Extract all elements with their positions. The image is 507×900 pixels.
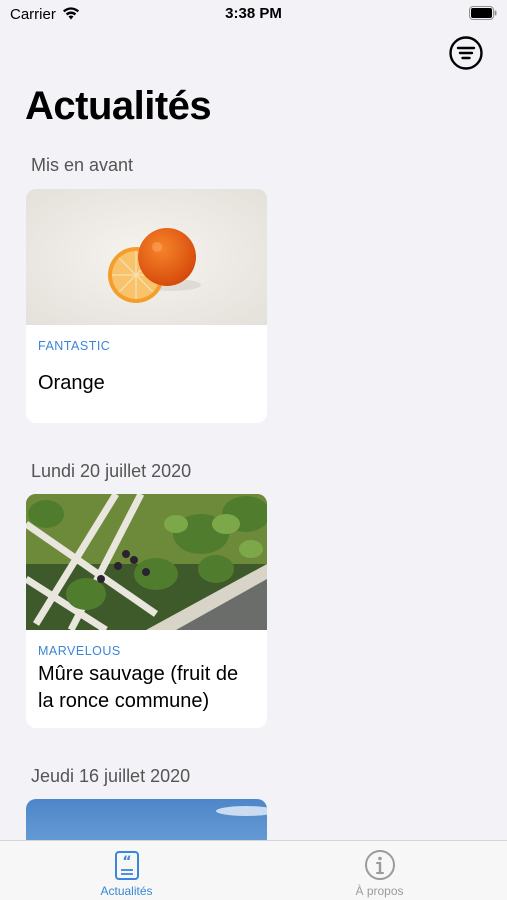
section-header-date: Lundi 20 juillet 2020 [31,461,192,481]
filter-menu-icon[interactable] [449,36,483,70]
news-icon: “ [114,851,139,880]
orange-image [26,189,267,325]
news-card-blackberry[interactable]: MARVELOUS Mûre sauvage (fruit de la ronc… [26,494,267,728]
section-header-date: Jeudi 16 juillet 2020 [31,766,191,786]
card-tag: FANTASTIC [38,339,111,353]
tab-news[interactable]: “ Actualités [0,841,253,900]
page-title: Actualités [25,84,212,128]
news-card-orange[interactable]: FANTASTIC Orange [26,189,267,423]
blackberry-photo-icon [26,494,267,630]
status-time: 3:38 PM [225,5,282,22]
card-title: Mûre sauvage (fruit de la ronce commune) [38,663,239,712]
blackberry-image [26,494,267,630]
status-bar: Carrier 3:38 PM [0,0,507,30]
svg-text:“: “ [122,854,131,870]
orange-photo-icon [26,189,267,325]
card-title: Orange [38,372,105,394]
tab-label: À propos [355,884,404,898]
info-icon [364,850,395,880]
tab-about[interactable]: À propos [253,841,506,900]
tab-bar: “ Actualités À propos [0,840,507,900]
tab-label: Actualités [100,884,153,898]
card-tag: MARVELOUS [38,644,121,658]
battery-icon [469,6,497,20]
section-header-featured: Mis en avant [31,155,134,175]
